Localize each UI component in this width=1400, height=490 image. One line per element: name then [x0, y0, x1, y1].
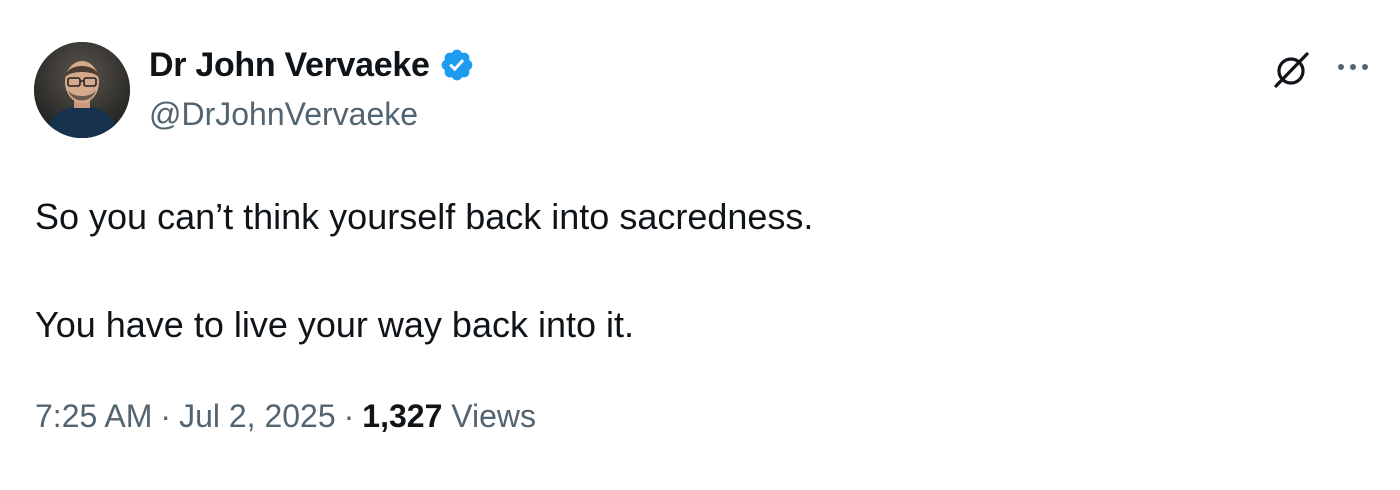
avatar[interactable] [34, 42, 130, 138]
tweet-card: Dr John Vervaeke @DrJohnVervaeke So you … [0, 0, 1400, 490]
tweet-meta: 7:25 AM · Jul 2, 2025 · 1,327 Views [35, 398, 536, 435]
tweet-text: So you can’t think yourself back into sa… [35, 192, 813, 350]
tweet-time[interactable]: 7:25 AM [35, 398, 152, 434]
more-options-icon[interactable] [1335, 52, 1375, 82]
views-label: Views [451, 398, 537, 434]
grok-icon[interactable] [1270, 48, 1314, 92]
avatar-photo [34, 42, 130, 138]
tweet-date[interactable]: Jul 2, 2025 [179, 398, 336, 434]
meta-separator: · [160, 398, 172, 434]
meta-separator: · [343, 398, 355, 434]
user-info: Dr John Vervaeke @DrJohnVervaeke [149, 44, 475, 133]
name-row: Dr John Vervaeke [149, 44, 475, 86]
views-count: 1,327 [362, 398, 443, 434]
tweet-line-2: You have to live your way back into it. [35, 304, 635, 345]
user-handle[interactable]: @DrJohnVervaeke [149, 96, 475, 133]
display-name[interactable]: Dr John Vervaeke [149, 46, 430, 85]
tweet-line-1: So you can’t think yourself back into sa… [35, 196, 814, 237]
verified-badge-icon [439, 47, 475, 83]
